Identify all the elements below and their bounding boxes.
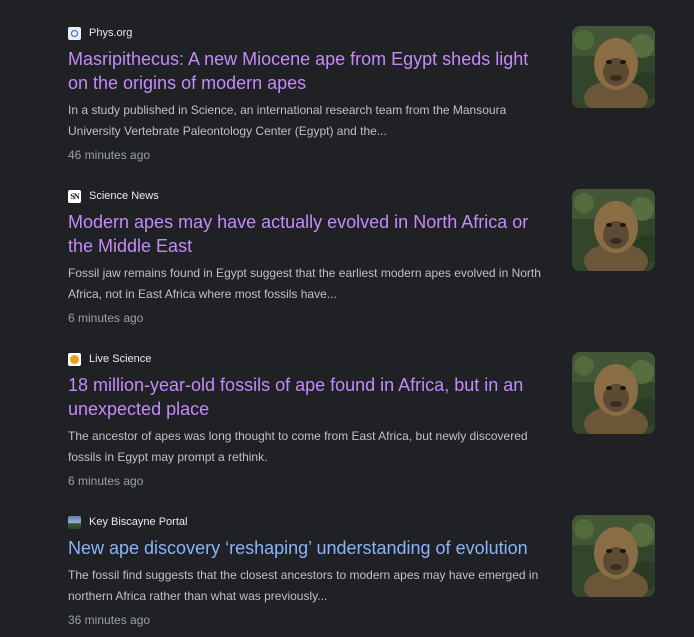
ape-image [572, 26, 655, 108]
article-thumbnail[interactable] [572, 26, 655, 108]
source-name: Key Biscayne Portal [89, 516, 188, 528]
ape-image [572, 515, 655, 597]
source-name: Phys.org [89, 27, 133, 39]
news-card-text: Live Science 18 million-year-old fossils… [68, 351, 552, 490]
ape-image [572, 189, 655, 271]
source-row: Key Biscayne Portal [68, 515, 552, 529]
article-thumbnail[interactable] [572, 515, 655, 597]
news-card[interactable]: SN Science News Modern apes may have act… [68, 188, 658, 338]
source-name: Science News [89, 190, 159, 202]
science-news-icon: SN [68, 189, 81, 203]
headline-link[interactable]: 18 million-year-old fossils of ape found… [68, 373, 552, 421]
snippet: The fossil find suggests that the closes… [68, 568, 539, 603]
ape-image [572, 352, 655, 434]
source-name: Live Science [89, 353, 152, 365]
key-biscayne-portal-icon [68, 515, 81, 529]
source-row: Phys.org [68, 26, 552, 40]
timestamp: 36 minutes ago [68, 613, 151, 627]
snippet: The ancestor of apes was long thought to… [68, 429, 528, 464]
live-science-icon [68, 352, 81, 366]
news-card[interactable]: Phys.org Masripithecus: A new Miocene ap… [68, 25, 658, 175]
snippet: In a study published in Science, an inte… [68, 103, 507, 138]
timestamp: 46 minutes ago [68, 148, 151, 162]
article-thumbnail[interactable] [572, 352, 655, 434]
headline-link[interactable]: New ape discovery ‘reshaping’ understand… [68, 536, 552, 560]
news-card-text: SN Science News Modern apes may have act… [68, 188, 552, 327]
article-thumbnail[interactable] [572, 189, 655, 271]
headline-link[interactable]: Masripithecus: A new Miocene ape from Eg… [68, 47, 552, 95]
source-row: Live Science [68, 352, 552, 366]
news-card[interactable]: Live Science 18 million-year-old fossils… [68, 351, 658, 501]
news-card-text: Key Biscayne Portal New ape discovery ‘r… [68, 514, 552, 629]
timestamp: 6 minutes ago [68, 474, 144, 488]
news-feed: Phys.org Masripithecus: A new Miocene ap… [0, 0, 694, 637]
source-row: SN Science News [68, 189, 552, 203]
physorg-icon [68, 26, 81, 40]
news-card[interactable]: Key Biscayne Portal New ape discovery ‘r… [68, 514, 658, 637]
snippet: Fossil jaw remains found in Egypt sugges… [68, 266, 541, 301]
news-card-text: Phys.org Masripithecus: A new Miocene ap… [68, 25, 552, 164]
headline-link[interactable]: Modern apes may have actually evolved in… [68, 210, 552, 258]
timestamp: 6 minutes ago [68, 311, 144, 325]
